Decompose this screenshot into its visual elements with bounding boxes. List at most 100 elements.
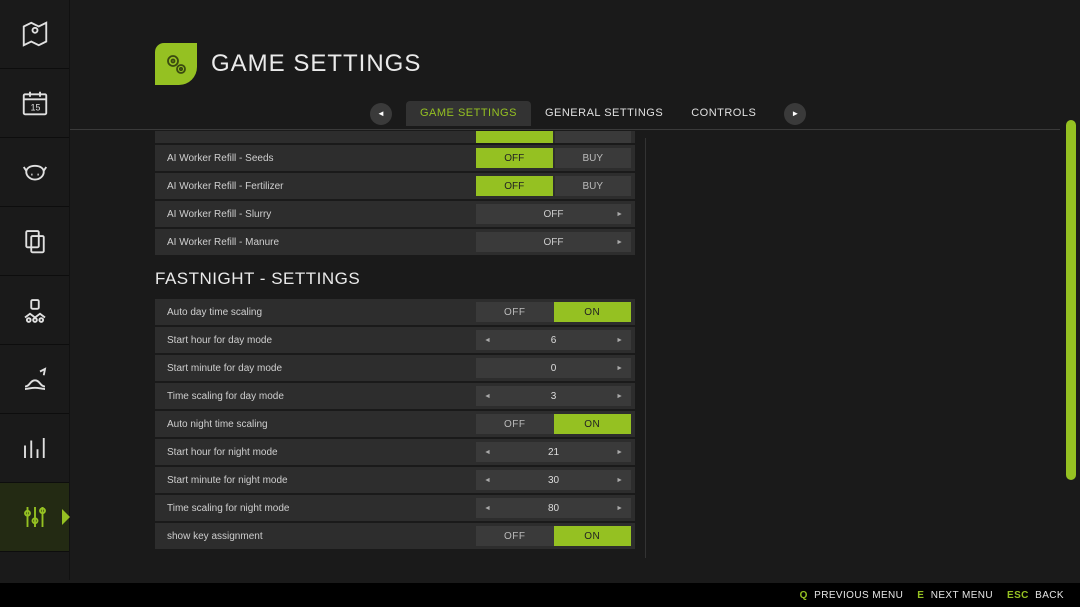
setting-row: Start minute for night mode ◄ 30 ► <box>155 467 635 493</box>
chart-icon <box>20 433 50 463</box>
value-text: OFF <box>544 237 564 248</box>
value-text: 0 <box>551 363 557 374</box>
value-spinner[interactable]: ◄ 6 ► <box>476 330 631 350</box>
value-spinner[interactable]: ◄ 3 ► <box>476 386 631 406</box>
value-spinner[interactable]: ◄ 0 ► <box>476 358 631 378</box>
value-spinner[interactable]: ◄ 80 ► <box>476 498 631 518</box>
setting-label: Start hour for night mode <box>167 447 278 458</box>
tab-bar: ◄ GAME SETTINGS GENERAL SETTINGS CONTROL… <box>70 98 1060 130</box>
buy-option[interactable]: BUY <box>555 176 632 196</box>
setting-label: Start minute for night mode <box>167 475 288 486</box>
off-option[interactable]: OFF <box>476 526 554 546</box>
setting-row: Time scaling for day mode ◄ 3 ► <box>155 383 635 409</box>
chevron-left-icon[interactable]: ◄ <box>484 505 491 512</box>
off-on-toggle[interactable]: OFF ON <box>476 302 631 322</box>
setting-row: Start minute for day mode ◄ 0 ► <box>155 355 635 381</box>
value-spinner[interactable]: ◄ 21 ► <box>476 442 631 462</box>
on-option[interactable]: ON <box>554 526 632 546</box>
nav-map[interactable] <box>0 0 69 69</box>
value-text: 6 <box>551 335 557 346</box>
gear-icon <box>164 52 188 76</box>
nav-production[interactable] <box>0 276 69 345</box>
buy-option[interactable]: BUY <box>555 148 632 168</box>
setting-label: show key assignment <box>167 531 263 542</box>
chevron-left-icon[interactable]: ◄ <box>484 477 491 484</box>
chevron-right-icon[interactable]: ► <box>616 393 623 400</box>
key-e: E <box>917 590 924 601</box>
setting-label: AI Worker Refill - Slurry <box>167 209 271 220</box>
scrollbar-thumb[interactable] <box>1066 120 1076 480</box>
tab-game-settings[interactable]: GAME SETTINGS <box>406 101 531 126</box>
chevron-right-icon[interactable]: ► <box>616 211 623 218</box>
nav-contracts[interactable] <box>0 207 69 276</box>
setting-label: Auto night time scaling <box>167 419 268 430</box>
on-option[interactable]: ON <box>554 414 632 434</box>
settings-list: AI Worker Refill - Seeds OFF BUY AI Work… <box>155 131 635 561</box>
content-divider <box>645 138 646 558</box>
off-option[interactable]: OFF <box>476 148 553 168</box>
documents-icon <box>20 226 50 256</box>
footer-prev[interactable]: PREVIOUS MENU <box>814 590 903 601</box>
value-spinner[interactable]: ◄ 30 ► <box>476 470 631 490</box>
chevron-left-icon[interactable]: ◄ <box>484 337 491 344</box>
setting-row: show key assignment OFF ON <box>155 523 635 549</box>
setting-label: Time scaling for night mode <box>167 503 289 514</box>
off-option[interactable]: OFF <box>476 414 554 434</box>
setting-label: Start hour for day mode <box>167 335 272 346</box>
footer-back[interactable]: BACK <box>1035 590 1064 601</box>
off-buy-toggle[interactable]: OFF BUY <box>476 148 631 168</box>
on-option[interactable]: ON <box>554 302 632 322</box>
footer-next[interactable]: NEXT MENU <box>931 590 993 601</box>
chevron-left-icon[interactable]: ◄ <box>484 449 491 456</box>
off-on-toggle[interactable]: OFF ON <box>476 414 631 434</box>
sliders-icon <box>20 502 50 532</box>
tab-general-settings[interactable]: GENERAL SETTINGS <box>531 101 677 126</box>
chevron-right-icon[interactable]: ► <box>616 449 623 456</box>
value-text: 80 <box>548 503 559 514</box>
nav-finance[interactable] <box>0 345 69 414</box>
off-option[interactable]: OFF <box>476 302 554 322</box>
setting-label: Time scaling for day mode <box>167 391 284 402</box>
value-text: OFF <box>544 209 564 220</box>
setting-row: AI Worker Refill - Slurry OFF ► <box>155 201 635 227</box>
settings-badge <box>155 43 197 85</box>
off-selector[interactable]: OFF ► <box>476 232 631 252</box>
setting-label: Start minute for day mode <box>167 363 282 374</box>
sidebar: 15 <box>0 0 70 580</box>
value-text: 21 <box>548 447 559 458</box>
off-option[interactable]: OFF <box>476 176 553 196</box>
tab-prev-button[interactable]: ◄ <box>370 103 392 125</box>
setting-row: AI Worker Refill - Seeds OFF BUY <box>155 145 635 171</box>
chevron-right-icon[interactable]: ► <box>616 239 623 246</box>
nav-stats[interactable] <box>0 414 69 483</box>
nav-animals[interactable] <box>0 138 69 207</box>
buy-option[interactable] <box>555 131 632 143</box>
setting-label: AI Worker Refill - Fertilizer <box>167 181 284 192</box>
chevron-right-icon[interactable]: ► <box>616 505 623 512</box>
off-selector[interactable]: OFF ► <box>476 204 631 224</box>
setting-row: AI Worker Refill - Manure OFF ► <box>155 229 635 255</box>
cow-icon <box>20 157 50 187</box>
chevron-left-icon[interactable]: ◄ <box>484 393 491 400</box>
off-on-toggle[interactable]: OFF ON <box>476 526 631 546</box>
setting-row: Auto day time scaling OFF ON <box>155 299 635 325</box>
nav-settings[interactable] <box>0 483 69 552</box>
setting-row: Start hour for night mode ◄ 21 ► <box>155 439 635 465</box>
chevron-right-icon[interactable]: ► <box>616 365 623 372</box>
off-option[interactable] <box>476 131 553 143</box>
nav-calendar[interactable]: 15 <box>0 69 69 138</box>
chevron-right-icon[interactable]: ► <box>616 337 623 344</box>
chevron-right-icon[interactable]: ► <box>616 477 623 484</box>
setting-row: Time scaling for night mode ◄ 80 ► <box>155 495 635 521</box>
tab-next-button[interactable]: ► <box>784 103 806 125</box>
production-icon <box>20 295 50 325</box>
setting-row: AI Worker Refill - Fertilizer OFF BUY <box>155 173 635 199</box>
tab-controls[interactable]: CONTROLS <box>677 101 770 126</box>
section-title: FASTNIGHT - SETTINGS <box>155 269 635 289</box>
off-buy-toggle[interactable]: OFF BUY <box>476 176 631 196</box>
setting-label: AI Worker Refill - Manure <box>167 237 279 248</box>
setting-label: AI Worker Refill - Seeds <box>167 153 274 164</box>
off-buy-toggle[interactable] <box>476 131 631 143</box>
footer-bar: Q PREVIOUS MENU E NEXT MENU ESC BACK <box>0 583 1080 607</box>
key-q: Q <box>800 590 808 601</box>
